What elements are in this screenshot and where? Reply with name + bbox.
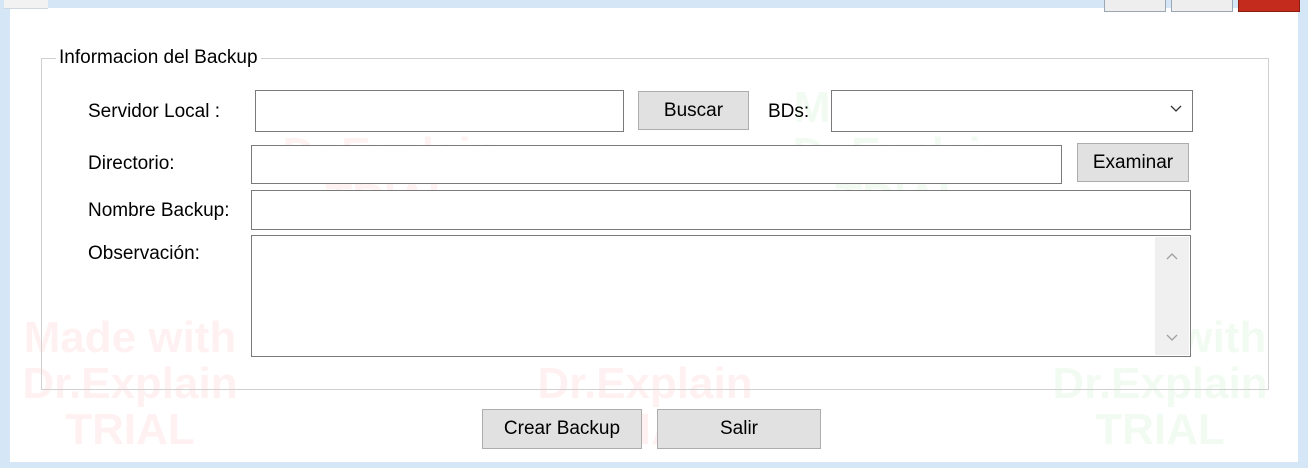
close-button[interactable] <box>1238 0 1300 12</box>
maximize-button[interactable] <box>1171 0 1233 12</box>
servidor-label: Servidor Local : <box>88 101 221 122</box>
salir-label: Salir <box>719 418 758 439</box>
crear-backup-button[interactable]: Crear Backup <box>482 409 642 449</box>
crear-backup-label: Crear Backup <box>503 418 621 439</box>
nombre-input[interactable] <box>251 190 1191 230</box>
vertical-scrollbar[interactable] <box>1155 237 1189 355</box>
servidor-input[interactable] <box>255 90 624 132</box>
buscar-button-label: Buscar <box>663 99 724 121</box>
window-icon <box>4 0 48 9</box>
examinar-button-label: Examinar <box>1092 151 1174 173</box>
bds-label: BDs: <box>768 101 810 122</box>
directorio-label: Directorio: <box>88 153 175 174</box>
salir-button[interactable]: Salir <box>657 409 821 449</box>
group-title: Informacion del Backup <box>56 47 261 69</box>
observacion-label: Observación: <box>88 243 200 264</box>
scroll-down-icon[interactable] <box>1166 333 1178 343</box>
nombre-label: Nombre Backup: <box>88 200 230 221</box>
examinar-button[interactable]: Examinar <box>1077 143 1189 182</box>
scroll-up-icon[interactable] <box>1166 251 1178 261</box>
observacion-textarea[interactable] <box>251 235 1191 357</box>
chevron-down-icon <box>1170 105 1182 112</box>
directorio-input[interactable] <box>251 145 1062 184</box>
buscar-button[interactable]: Buscar <box>638 91 749 130</box>
bds-select[interactable] <box>831 90 1193 132</box>
minimize-button[interactable] <box>1104 0 1166 12</box>
